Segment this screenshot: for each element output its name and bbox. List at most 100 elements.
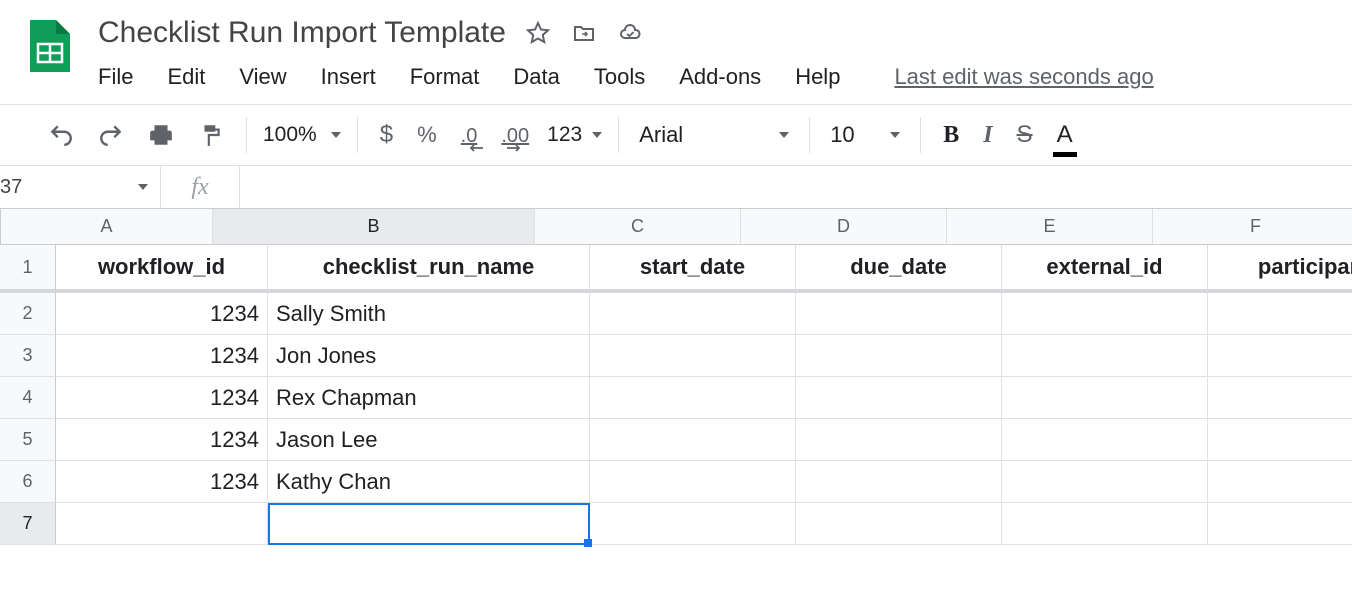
row-header-4[interactable]: 4 <box>0 377 56 419</box>
menu-data[interactable]: Data <box>513 64 559 90</box>
cell[interactable]: due_date <box>796 245 1002 293</box>
chevron-down-icon <box>890 132 900 138</box>
row-header-2[interactable]: 2 <box>0 293 56 335</box>
row-header-7[interactable]: 7 <box>0 503 56 545</box>
cell[interactable]: 1234 <box>56 419 268 461</box>
cell[interactable]: checklist_run_name <box>268 245 590 293</box>
document-title[interactable]: Checklist Run Import Template <box>94 14 510 52</box>
cell[interactable] <box>1208 461 1352 503</box>
cell[interactable] <box>796 461 1002 503</box>
cell[interactable] <box>1208 503 1352 545</box>
cell[interactable]: 1234 <box>56 335 268 377</box>
fx-label: fx <box>160 166 240 208</box>
strikethrough-button[interactable]: S <box>1005 115 1045 155</box>
cell[interactable] <box>796 419 1002 461</box>
cell[interactable]: start_date <box>590 245 796 293</box>
cell[interactable]: Rex Chapman <box>268 377 590 419</box>
chevron-down-icon <box>779 132 789 138</box>
cell[interactable]: 1234 <box>56 377 268 419</box>
row-header-3[interactable]: 3 <box>0 335 56 377</box>
cell[interactable] <box>590 293 796 335</box>
cell[interactable] <box>1002 503 1208 545</box>
increase-decimal-button[interactable]: .00 <box>489 116 541 154</box>
formula-bar: 37 fx <box>0 165 1352 209</box>
cell[interactable] <box>1002 419 1208 461</box>
font-name: Arial <box>639 122 683 148</box>
row-header-1[interactable]: 1 <box>0 245 56 293</box>
cell[interactable] <box>590 461 796 503</box>
print-icon[interactable] <box>136 116 186 154</box>
chevron-down-icon <box>592 132 602 138</box>
col-header-b[interactable]: B <box>213 209 535 245</box>
col-header-d[interactable]: D <box>741 209 947 245</box>
menu-bar: File Edit View Insert Format Data Tools … <box>94 52 1352 104</box>
text-color-button[interactable]: A <box>1045 115 1085 155</box>
col-header-e[interactable]: E <box>947 209 1153 245</box>
name-box[interactable]: 37 <box>0 166 160 208</box>
cell[interactable] <box>1208 419 1352 461</box>
menu-edit[interactable]: Edit <box>167 64 205 90</box>
zoom-select[interactable]: 100% <box>257 123 347 147</box>
cell[interactable]: Jon Jones <box>268 335 590 377</box>
cell[interactable] <box>796 377 1002 419</box>
font-size-value: 10 <box>830 122 854 148</box>
cell[interactable] <box>796 335 1002 377</box>
font-size-select[interactable]: 10 <box>820 122 910 148</box>
cell[interactable] <box>1002 377 1208 419</box>
menu-tools[interactable]: Tools <box>594 64 645 90</box>
more-formats-button[interactable]: 123 <box>541 123 608 147</box>
menu-format[interactable]: Format <box>410 64 480 90</box>
sheets-logo[interactable] <box>20 18 76 74</box>
row-header-5[interactable]: 5 <box>0 419 56 461</box>
last-edit-link[interactable]: Last edit was seconds ago <box>894 64 1153 90</box>
paint-format-icon[interactable] <box>186 116 236 154</box>
currency-format-button[interactable]: $ <box>368 115 405 155</box>
cell[interactable] <box>1002 461 1208 503</box>
cell[interactable]: Sally Smith <box>268 293 590 335</box>
cell[interactable] <box>590 335 796 377</box>
cell[interactable] <box>56 503 268 545</box>
cell[interactable] <box>1002 293 1208 335</box>
cell[interactable]: Kathy Chan <box>268 461 590 503</box>
cell[interactable] <box>796 293 1002 335</box>
decrease-decimal-button[interactable]: .0 <box>449 116 490 154</box>
cell[interactable] <box>268 503 590 545</box>
col-header-f[interactable]: F <box>1153 209 1352 245</box>
undo-icon[interactable] <box>36 116 86 154</box>
chevron-down-icon <box>138 184 148 190</box>
redo-icon[interactable] <box>86 116 136 154</box>
col-header-c[interactable]: C <box>535 209 741 245</box>
cell[interactable]: Jason Lee <box>268 419 590 461</box>
cloud-status-icon[interactable] <box>618 21 642 45</box>
italic-button[interactable]: I <box>971 116 1004 155</box>
cell[interactable]: 1234 <box>56 461 268 503</box>
percent-format-button[interactable]: % <box>405 116 449 154</box>
menu-file[interactable]: File <box>98 64 133 90</box>
cell[interactable] <box>590 419 796 461</box>
cell[interactable]: 1234 <box>56 293 268 335</box>
bold-button[interactable]: B <box>931 116 971 155</box>
menu-help[interactable]: Help <box>795 64 840 90</box>
zoom-value: 100% <box>263 123 317 147</box>
cell[interactable] <box>796 503 1002 545</box>
grid-cells: workflow_id checklist_run_name start_dat… <box>56 245 1352 545</box>
cell[interactable] <box>1208 377 1352 419</box>
cell[interactable]: participan <box>1208 245 1352 293</box>
cell[interactable]: workflow_id <box>56 245 268 293</box>
cell[interactable]: external_id <box>1002 245 1208 293</box>
font-select[interactable]: Arial <box>629 122 799 148</box>
menu-addons[interactable]: Add-ons <box>679 64 761 90</box>
cell[interactable] <box>1002 335 1208 377</box>
cell[interactable] <box>1208 293 1352 335</box>
cell[interactable] <box>590 377 796 419</box>
star-icon[interactable] <box>526 21 550 45</box>
cell[interactable] <box>590 503 796 545</box>
name-box-value: 37 <box>0 176 22 199</box>
menu-insert[interactable]: Insert <box>321 64 376 90</box>
menu-view[interactable]: View <box>239 64 286 90</box>
col-header-a[interactable]: A <box>1 209 213 245</box>
row-header-6[interactable]: 6 <box>0 461 56 503</box>
move-icon[interactable] <box>572 21 596 45</box>
chevron-down-icon <box>331 132 341 138</box>
cell[interactable] <box>1208 335 1352 377</box>
